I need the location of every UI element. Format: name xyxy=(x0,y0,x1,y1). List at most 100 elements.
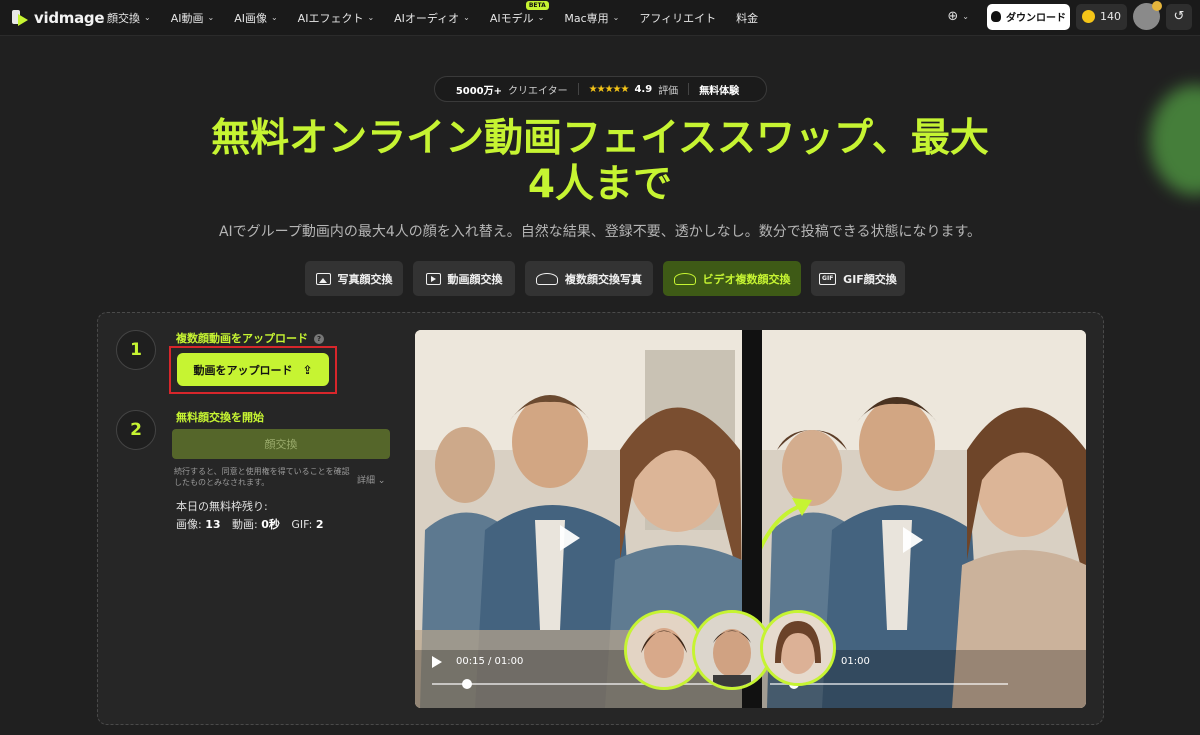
tab-label: 動画顔交換 xyxy=(447,272,503,286)
chevron-down-icon: ⌄ xyxy=(463,13,470,22)
creators-count: 5000万+ xyxy=(455,85,503,97)
logo-text: vidmage xyxy=(34,8,105,27)
gif-count: 2 xyxy=(315,518,324,531)
tab-label: 複数顔交換写真 xyxy=(565,272,642,286)
coin-icon xyxy=(1082,10,1095,23)
rating-value: 4.9 xyxy=(634,83,653,95)
image-count: 13 xyxy=(205,518,221,531)
details-label: 詳細 xyxy=(357,476,376,486)
upload-label: 動画をアップロード xyxy=(193,363,293,377)
social-proof-pill: 5000万+ クリエイター ★★★★★ 4.9 評価 無料体験 xyxy=(434,76,767,102)
play-small-icon[interactable] xyxy=(432,656,442,668)
menu-label: Mac専用 xyxy=(564,11,609,25)
membership-icon xyxy=(1152,1,1162,11)
multi-face-icon xyxy=(536,272,558,285)
menu-label: 顔交換 xyxy=(107,11,140,25)
face-avatar-image xyxy=(627,613,701,687)
gif-icon: GIF xyxy=(819,272,837,285)
details-toggle[interactable]: 詳細 ⌄ xyxy=(357,473,385,486)
globe-icon: ⊕ xyxy=(947,9,959,24)
image-count-label: 画像: xyxy=(176,518,202,531)
avatar[interactable] xyxy=(1133,1,1162,30)
menu-label: 料金 xyxy=(736,11,759,25)
tab-multi-face-photo[interactable]: 複数顔交換写真 xyxy=(525,261,653,296)
face-swap-panel: 1 複数顔動画をアップロード? 動画をアップロード ⇪ 2 無料顔交換を開始 顔… xyxy=(97,312,1104,725)
menu-ai-model[interactable]: AIモデル BETA ⌄ xyxy=(489,0,549,26)
chevron-down-icon: ⌄ xyxy=(612,13,620,22)
remaining-label: 本日の無料枠残り: xyxy=(176,500,268,513)
video-time: 01:00 xyxy=(841,656,870,667)
divider xyxy=(577,83,579,95)
tab-photo-face-swap[interactable]: 写真顔交換 xyxy=(305,261,403,296)
top-nav: vidmage 顔交換 ⌄ AI動画 ⌄ AI画像 ⌄ AIエフェクト ⌄ AIオーディ… xyxy=(0,0,1200,36)
example-preview: 00:15 / 01:00 01:00 xyxy=(415,330,1086,708)
chevron-down-icon: ⌄ xyxy=(537,13,545,22)
apple-icon xyxy=(991,11,1001,22)
menu-ai-effects[interactable]: AIエフェクト ⌄ xyxy=(298,10,374,26)
page-subtitle: AIでグループ動画内の最大4人の顔を入れ替え。自然な結果、登録不要、透かしなし。… xyxy=(218,224,982,240)
decorative-glow xyxy=(1150,85,1200,195)
menu-pricing[interactable]: 料金 xyxy=(736,10,758,26)
video-time: 00:15 / 01:00 xyxy=(456,656,524,667)
tab-multi-face-video[interactable]: ビデオ複数顔交換 xyxy=(663,261,801,296)
play-icon[interactable] xyxy=(903,527,923,553)
step-2-title: 無料顔交換を開始 xyxy=(176,411,264,424)
video-icon xyxy=(425,272,441,285)
menu-label: アフィリエイト xyxy=(639,11,717,25)
title-line-1: 無料オンライン動画フェイススワップ、最大 xyxy=(211,116,989,161)
title-line-2: 4人まで xyxy=(527,162,673,207)
language-selector[interactable]: ⊕ ⌄ xyxy=(947,9,969,24)
logo-icon xyxy=(12,8,30,28)
tab-label: ビデオ複数顔交換 xyxy=(702,272,791,286)
menu-label: AIオーディオ xyxy=(394,11,460,25)
download-label: ダウンロード xyxy=(1006,13,1066,24)
rating-stars-icon: ★★★★★ xyxy=(588,83,630,95)
face-thumbnail[interactable] xyxy=(760,610,836,686)
help-icon[interactable]: ? xyxy=(314,334,324,344)
creators-label: クリエイター xyxy=(508,85,568,97)
upload-icon: ⇪ xyxy=(302,362,313,377)
step-2-badge: 2 xyxy=(116,410,156,450)
upload-video-button[interactable]: 動画をアップロード ⇪ xyxy=(177,353,329,386)
chevron-down-icon: ⌄ xyxy=(962,12,969,21)
play-icon[interactable] xyxy=(560,525,580,551)
tab-video-face-swap[interactable]: 動画顔交換 xyxy=(413,261,515,296)
logo[interactable]: vidmage xyxy=(12,8,107,28)
remaining-counts: 画像: 13 動画: 0秒 GIF: 2 xyxy=(176,516,332,532)
video-count: 0秒 xyxy=(261,518,280,531)
page-title: 無料オンライン動画フェイススワップ、最大 4人まで xyxy=(180,116,1020,208)
credits-count: 140 xyxy=(1100,10,1121,23)
chevron-down-icon: ⌄ xyxy=(367,13,375,22)
menu-ai-image[interactable]: AI画像 ⌄ xyxy=(234,10,277,26)
face-avatar-image xyxy=(695,613,769,687)
terms-text: 続行すると、同意と使用権を得ていることを確認したものとみなされます。 xyxy=(174,467,350,487)
menu-ai-audio[interactable]: AIオーディオ ⌄ xyxy=(394,10,470,26)
rating-label: 評価 xyxy=(658,85,679,97)
tool-tabs: 写真顔交換 動画顔交換 複数顔交換写真 ビデオ複数顔交換 GIF GIF顔交換 xyxy=(305,261,915,296)
menu-ai-video[interactable]: AI動画 ⌄ xyxy=(171,10,214,26)
menu-mac[interactable]: Mac専用 ⌄ xyxy=(564,10,619,26)
history-button[interactable]: ↺ xyxy=(1166,3,1192,30)
step-1-badge: 1 xyxy=(116,330,156,370)
menu-face-swap[interactable]: 顔交換 ⌄ xyxy=(107,10,151,26)
download-button[interactable]: ダウンロード xyxy=(987,3,1070,30)
beta-badge: BETA xyxy=(525,0,549,10)
menu-label: AI動画 xyxy=(170,11,204,25)
menu-label: AIモデル xyxy=(489,11,534,25)
menu-label: AI画像 xyxy=(234,11,267,25)
free-trial-label: 無料体験 xyxy=(699,85,740,97)
gif-count-label: GIF: xyxy=(291,518,313,531)
menu-affiliate[interactable]: アフィリエイト xyxy=(639,10,716,26)
tab-gif-face-swap[interactable]: GIF GIF顔交換 xyxy=(811,261,905,296)
chevron-down-icon: ⌄ xyxy=(377,476,386,486)
chevron-down-icon: ⌄ xyxy=(144,13,151,22)
credits-badge[interactable]: 140 xyxy=(1076,3,1127,30)
video-count-label: 動画: xyxy=(232,518,258,531)
chevron-down-icon: ⌄ xyxy=(207,13,215,22)
face-swap-button[interactable]: 顔交換 xyxy=(172,429,390,459)
divider xyxy=(688,83,690,95)
tab-label: GIF顔交換 xyxy=(843,272,897,286)
history-icon: ↺ xyxy=(1173,9,1185,24)
face-avatar-image xyxy=(763,613,833,683)
multi-face-video-icon xyxy=(673,272,696,285)
